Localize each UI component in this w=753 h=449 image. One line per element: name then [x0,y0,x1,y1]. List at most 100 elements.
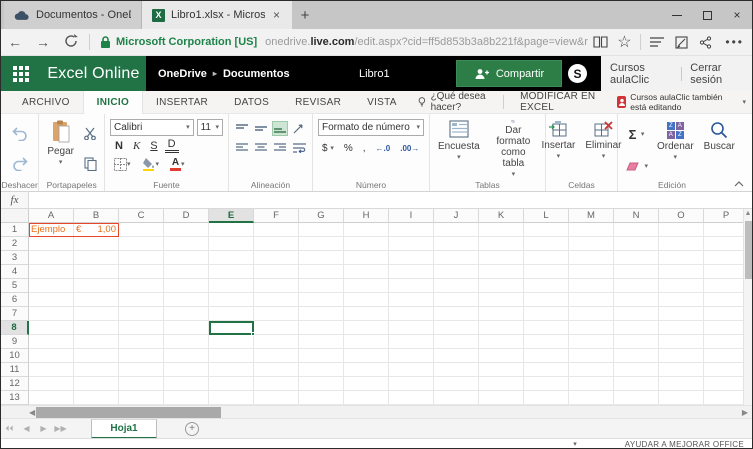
row-header-10[interactable]: 10 [1,349,29,363]
column-header-M[interactable]: M [569,209,614,223]
cell-J6[interactable] [434,293,479,307]
coediting-indicator[interactable]: Cursos aulaClic también está editando ▾ [617,92,752,112]
cell-D7[interactable] [164,307,209,321]
cell-A1[interactable]: Ejemplo [29,223,74,237]
cell-J12[interactable] [434,377,479,391]
cell-G8[interactable] [299,321,344,335]
bold-button[interactable]: N [112,140,126,152]
cell-O7[interactable] [659,307,704,321]
cell-J2[interactable] [434,237,479,251]
cell-A11[interactable] [29,363,74,377]
cell-G2[interactable] [299,237,344,251]
autosum-button[interactable]: Σ ▾ [623,124,650,144]
row-header-3[interactable]: 3 [1,251,29,265]
tab-close-icon[interactable]: × [271,8,282,22]
cell-I4[interactable] [389,265,434,279]
cell-B4[interactable] [74,265,119,279]
collapse-ribbon-button[interactable] [726,177,752,191]
modify-in-excel-button[interactable]: MODIFICAR EN EXCEL [508,91,617,113]
cell-H12[interactable] [344,377,389,391]
cell-C6[interactable] [119,293,164,307]
cell-N12[interactable] [614,377,659,391]
maximize-button[interactable] [692,1,722,29]
row-header-9[interactable]: 9 [1,335,29,349]
cell-B13[interactable] [74,391,119,405]
align-top-button[interactable] [234,121,250,136]
cell-H4[interactable] [344,265,389,279]
cell-F3[interactable] [254,251,299,265]
add-sheet-button[interactable]: + [185,421,199,436]
cell-C7[interactable] [119,307,164,321]
cell-H2[interactable] [344,237,389,251]
cell-G11[interactable] [299,363,344,377]
cell-K9[interactable] [479,335,524,349]
cell-N8[interactable] [614,321,659,335]
cell-C8[interactable] [119,321,164,335]
cell-C12[interactable] [119,377,164,391]
cell-L9[interactable] [524,335,569,349]
cell-E8[interactable] [209,321,254,335]
cell-G13[interactable] [299,391,344,405]
increase-decimal-button[interactable]: ←.0 [374,143,393,154]
cell-K10[interactable] [479,349,524,363]
cell-A12[interactable] [29,377,74,391]
cell-J3[interactable] [434,251,479,265]
cell-K2[interactable] [479,237,524,251]
cell-C3[interactable] [119,251,164,265]
cell-E4[interactable] [209,265,254,279]
row-header-8[interactable]: 8 [1,321,29,335]
cell-F10[interactable] [254,349,299,363]
cell-I10[interactable] [389,349,434,363]
share-button[interactable]: Compartir [456,60,562,87]
cell-C9[interactable] [119,335,164,349]
cell-F4[interactable] [254,265,299,279]
cell-I13[interactable] [389,391,434,405]
cell-F8[interactable] [254,321,299,335]
row-header-4[interactable]: 4 [1,265,29,279]
column-header-N[interactable]: N [614,209,659,223]
cell-H13[interactable] [344,391,389,405]
cell-M10[interactable] [569,349,614,363]
cell-D3[interactable] [164,251,209,265]
reading-view-icon[interactable] [588,36,612,48]
font-size-select[interactable]: 11 ▾ [196,119,223,136]
cell-M8[interactable] [569,321,614,335]
percent-format-button[interactable]: % [342,142,355,155]
cell-C11[interactable] [119,363,164,377]
minimize-button[interactable] [662,1,692,29]
cell-I6[interactable] [389,293,434,307]
cell-K6[interactable] [479,293,524,307]
cell-O8[interactable] [659,321,704,335]
cell-M7[interactable] [569,307,614,321]
skype-icon[interactable]: S [568,64,587,83]
comma-format-button[interactable]: , [361,142,368,155]
signout-link[interactable]: Cerrar sesión [681,62,752,86]
cell-B9[interactable] [74,335,119,349]
cell-K3[interactable] [479,251,524,265]
horizontal-scrollbar[interactable]: ◀ ▶ [1,405,752,418]
cell-L8[interactable] [524,321,569,335]
row-header-1[interactable]: 1 [1,223,29,237]
currency-format-button[interactable]: $ ▾ [320,142,336,155]
paste-button[interactable]: Pegar ▾ [44,119,77,179]
breadcrumb-current[interactable]: Documentos [223,68,290,80]
account-link[interactable]: Cursos aulaClic [601,62,680,86]
cell-C10[interactable] [119,349,164,363]
cell-L10[interactable] [524,349,569,363]
cell-G10[interactable] [299,349,344,363]
cell-D2[interactable] [164,237,209,251]
cell-E5[interactable] [209,279,254,293]
cell-L5[interactable] [524,279,569,293]
cell-N2[interactable] [614,237,659,251]
cell-B8[interactable] [74,321,119,335]
cell-M11[interactable] [569,363,614,377]
cell-K4[interactable] [479,265,524,279]
cell-F6[interactable] [254,293,299,307]
cell-K8[interactable] [479,321,524,335]
cell-B11[interactable] [74,363,119,377]
cell-M3[interactable] [569,251,614,265]
share-icon[interactable] [693,35,717,49]
cell-F2[interactable] [254,237,299,251]
column-header-L[interactable]: L [524,209,569,223]
decrease-decimal-button[interactable]: .00→ [398,143,421,154]
